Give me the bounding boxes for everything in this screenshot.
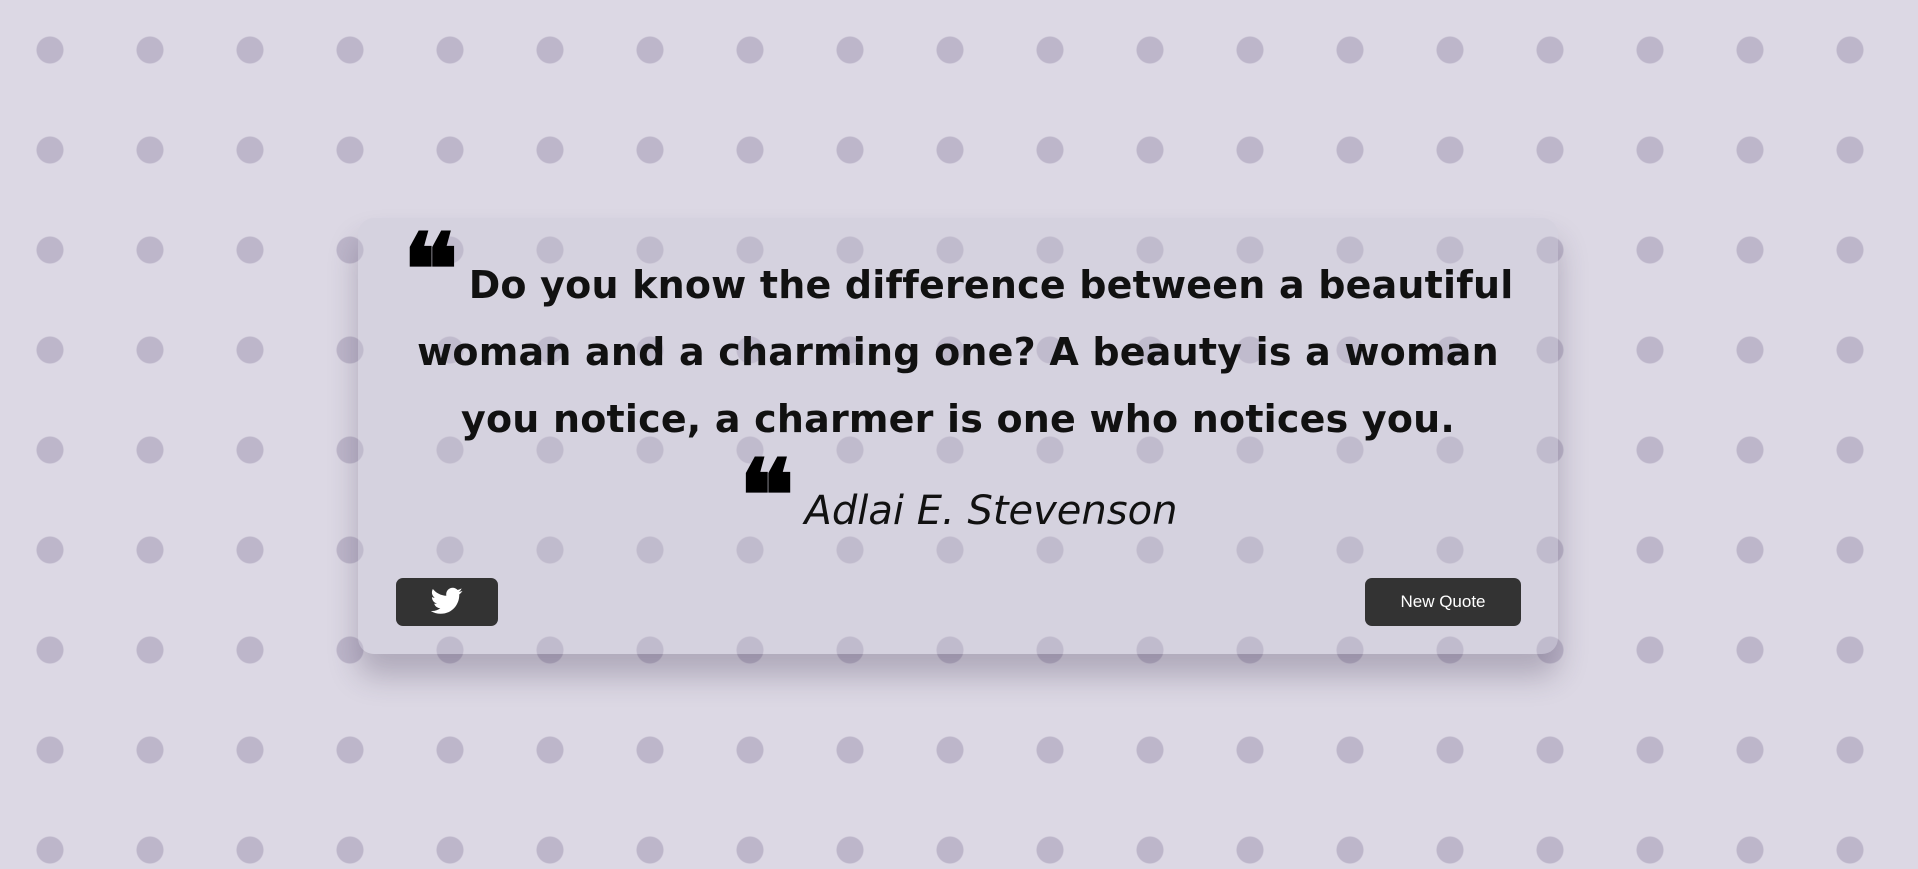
twitter-icon xyxy=(430,587,463,618)
quote-block: ❝ Do you know the difference between a be… xyxy=(398,211,1518,453)
new-quote-button[interactable]: New Quote xyxy=(1365,578,1521,626)
quote-author: Adlai E. Stevenson xyxy=(804,488,1178,534)
quote-text-line: ❝ Do you know the difference between a be… xyxy=(402,211,1514,441)
quote-card: ❝ Do you know the difference between a be… xyxy=(358,218,1558,654)
quote-text: Do you know the difference between a bea… xyxy=(417,263,1514,441)
tweet-button[interactable] xyxy=(396,578,498,626)
author-row: ❝ Adlai E. Stevenson xyxy=(738,437,1178,554)
